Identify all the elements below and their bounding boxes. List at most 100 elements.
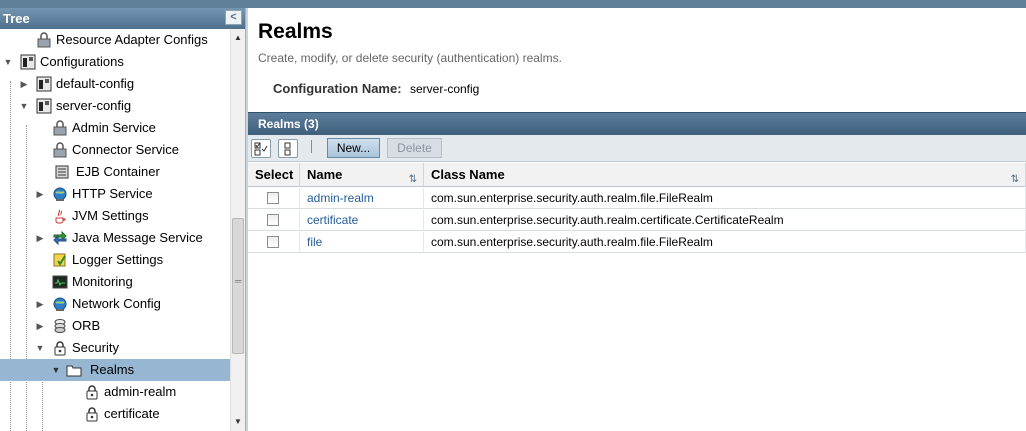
orb-icon	[54, 319, 66, 333]
top-band	[0, 0, 1026, 8]
lock-icon	[37, 32, 51, 48]
tree-item-label: Security	[72, 340, 119, 355]
realm-link[interactable]: certificate	[307, 213, 358, 227]
tree-item-monitoring[interactable]: Monitoring	[0, 271, 230, 293]
config-icon	[36, 98, 52, 114]
tree-item-label: certificate	[104, 406, 160, 421]
main-content: Realms Create, modify, or delete securit…	[248, 8, 1026, 431]
expand-toggle-icon[interactable]: ▶	[34, 315, 46, 337]
expand-toggle-icon[interactable]: ▼	[2, 51, 14, 73]
realm-link[interactable]: file	[307, 235, 322, 249]
tree-item-label: HTTP Service	[72, 186, 153, 201]
table-row-name-cell: file	[300, 232, 424, 253]
table-title: Realms (3)	[248, 112, 1026, 135]
column-header-class-name[interactable]: Class Name ⇅	[424, 163, 1026, 187]
lock-icon	[53, 120, 67, 136]
config-icon	[36, 76, 52, 92]
tree-item-admin-realm[interactable]: admin-realm	[0, 381, 230, 403]
expand-toggle-icon[interactable]: ▼	[34, 337, 46, 359]
message-icon	[53, 230, 67, 246]
toolbar-separator	[311, 140, 312, 153]
scroll-down-arrow-icon[interactable]: ▼	[231, 415, 245, 429]
tree-header: Tree <	[0, 8, 247, 29]
tree-item-label: Logger Settings	[72, 252, 164, 267]
tree-scrollbar[interactable]: ▲ ═ ▼	[230, 29, 245, 431]
scrollbar-thumb[interactable]: ═	[232, 218, 244, 354]
row-checkbox[interactable]	[267, 236, 279, 248]
expand-toggle-icon[interactable]: ▶	[34, 183, 46, 205]
table-toolbar: New... Delete	[248, 135, 1026, 162]
padlock-icon	[86, 385, 98, 400]
padlock-icon	[54, 341, 66, 356]
page-title: Realms	[258, 20, 333, 43]
table-row-select-cell	[248, 232, 300, 253]
configuration-name-value: server-config	[410, 82, 480, 96]
tree-item-jvm-settings[interactable]: JVM Settings	[0, 205, 230, 227]
tree-item-label: Connector Service	[72, 142, 179, 157]
row-checkbox[interactable]	[267, 214, 279, 226]
tree-item-label: server-config	[56, 98, 132, 113]
tree-item-default-config[interactable]: ▶ default-config	[0, 73, 230, 95]
expand-toggle-icon[interactable]: ▶	[34, 227, 46, 249]
column-header-select: Select	[248, 163, 300, 187]
tree-item-certificate[interactable]: certificate	[0, 403, 230, 425]
deselect-all-icon[interactable]	[278, 139, 298, 158]
new-button[interactable]: New...	[327, 138, 380, 158]
column-header-label: Class Name	[431, 167, 505, 182]
folder-icon	[66, 365, 82, 377]
lock-icon	[53, 142, 67, 158]
table-row-class-cell: com.sun.enterprise.security.auth.realm.c…	[424, 210, 1026, 231]
tree-item-label: default-config	[56, 76, 135, 91]
tree-item-http-service[interactable]: ▶ HTTP Service	[0, 183, 230, 205]
tree-item-java-message-service[interactable]: ▶ Java Message Service	[0, 227, 230, 249]
tree-item-label: Resource Adapter Configs	[56, 32, 208, 47]
row-checkbox[interactable]	[267, 192, 279, 204]
tree-item-server-config[interactable]: ▼ server-config	[0, 95, 230, 117]
tree-item-orb[interactable]: ▶ ORB	[0, 315, 230, 337]
java-icon	[55, 209, 66, 224]
table-row-select-cell	[248, 210, 300, 231]
select-all-icon[interactable]	[251, 139, 271, 158]
realms-table: Realms (3) New... Delete Select Name ⇅ C…	[248, 112, 1026, 253]
expand-toggle-icon[interactable]: ▶	[34, 293, 46, 315]
globe-icon	[53, 297, 67, 311]
table-row-class-cell: com.sun.enterprise.security.auth.realm.f…	[424, 188, 1026, 209]
tree-item-security[interactable]: ▼ Security	[0, 337, 230, 359]
grip-icon: ═	[235, 276, 242, 286]
tree-item-realms[interactable]: ▼ Realms	[0, 359, 230, 381]
tree-item-resource-adapter-configs[interactable]: Resource Adapter Configs	[0, 29, 230, 51]
table-row-class-cell: com.sun.enterprise.security.auth.realm.f…	[424, 232, 1026, 253]
realm-link[interactable]: admin-realm	[307, 191, 374, 205]
tree-item-ejb-container[interactable]: EJB Container	[0, 161, 230, 183]
expand-toggle-icon[interactable]: ▼	[50, 359, 62, 381]
tree-item-label: EJB Container	[76, 164, 160, 179]
logger-icon	[53, 253, 66, 267]
tree-item-label: Admin Service	[72, 120, 156, 135]
expand-toggle-icon[interactable]: ▼	[18, 95, 30, 117]
container-icon	[55, 165, 69, 179]
expand-toggle-icon[interactable]: ▶	[18, 73, 30, 95]
padlock-icon	[86, 407, 98, 422]
delete-button: Delete	[387, 138, 442, 158]
tree-item-label: JVM Settings	[72, 208, 149, 223]
tree-item-label: Configurations	[40, 54, 124, 69]
tree-item-connector-service[interactable]: Connector Service	[0, 139, 230, 161]
tree-panel: Tree < Resource Adapter Configs ▼ Config…	[0, 8, 247, 431]
globe-icon	[53, 187, 67, 201]
column-header-name[interactable]: Name ⇅	[300, 163, 424, 187]
tree-item-label: Network Config	[72, 296, 161, 311]
config-icon	[20, 54, 36, 70]
tree-item-network-config[interactable]: ▶ Network Config	[0, 293, 230, 315]
table-row-name-cell: certificate	[300, 210, 424, 231]
scroll-up-arrow-icon[interactable]: ▲	[231, 31, 245, 45]
page-description: Create, modify, or delete security (auth…	[258, 51, 562, 65]
tree-item-label: Monitoring	[72, 274, 133, 289]
configuration-name-label: Configuration Name:	[273, 81, 402, 96]
tree-item-configurations[interactable]: ▼ Configurations	[0, 51, 230, 73]
table-row-select-cell	[248, 188, 300, 209]
tree-item-label: ORB	[72, 318, 101, 333]
collapse-tree-button[interactable]: <	[225, 10, 242, 25]
tree-item-admin-service[interactable]: Admin Service	[0, 117, 230, 139]
column-header-label: Name	[307, 167, 343, 182]
tree-item-logger-settings[interactable]: Logger Settings	[0, 249, 230, 271]
